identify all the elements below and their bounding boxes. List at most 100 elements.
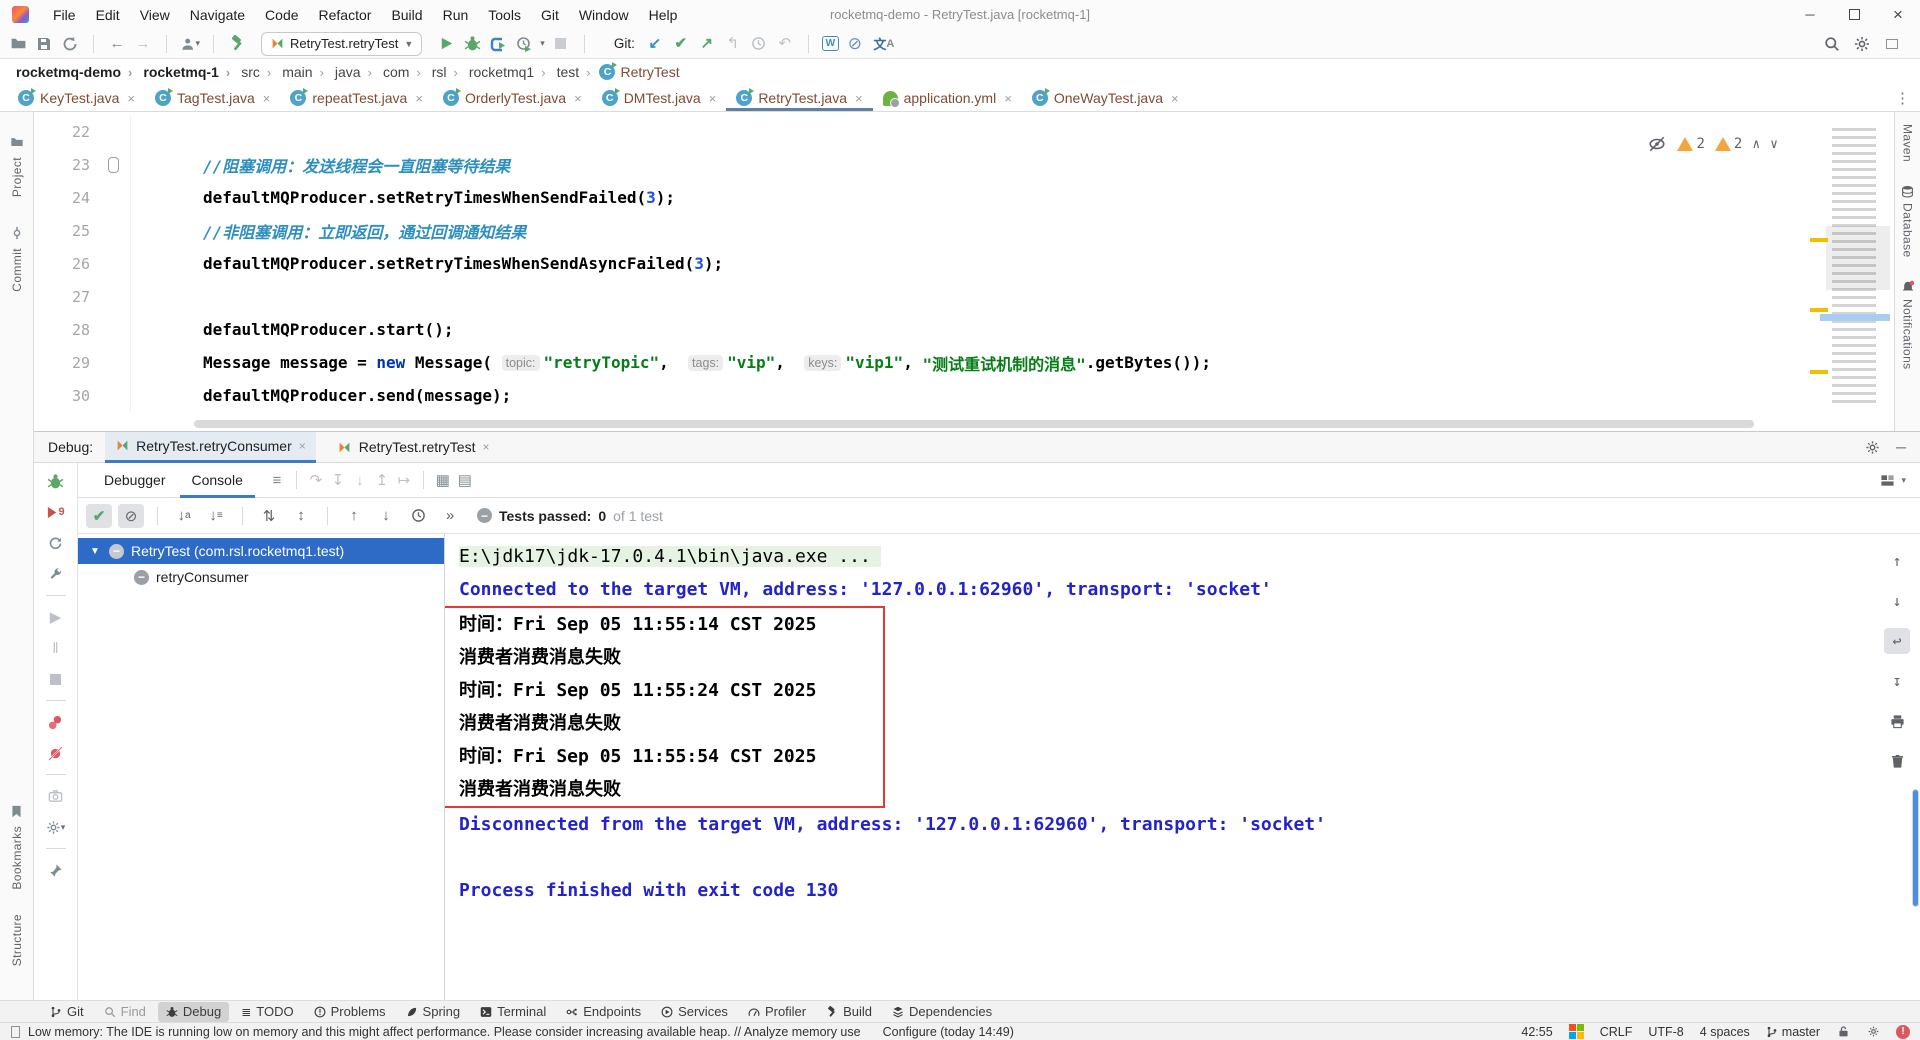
git-commit-icon[interactable]: ✔: [671, 34, 691, 54]
console-scrollbar[interactable]: [1912, 789, 1919, 907]
prev-warning-icon[interactable]: ∧: [1752, 137, 1760, 152]
test-history-icon[interactable]: [405, 504, 431, 528]
breadcrumb-project[interactable]: rocketmq-demo: [14, 64, 141, 80]
breadcrumb-test[interactable]: test: [555, 64, 600, 80]
warnings-badge-2[interactable]: 2: [1715, 136, 1742, 152]
menu-refactor[interactable]: Refactor: [309, 0, 382, 29]
close-session-icon[interactable]: ×: [482, 440, 489, 454]
toolwindow-debug[interactable]: Debug: [158, 1002, 229, 1022]
view-options-icon[interactable]: ▤: [455, 470, 475, 490]
menu-file[interactable]: File: [43, 0, 86, 29]
error-notification-icon[interactable]: !: [1896, 1025, 1910, 1039]
close-tab-icon[interactable]: ×: [415, 91, 423, 106]
line-separator-indicator[interactable]: CRLF: [1600, 1025, 1633, 1039]
toolwindow-build[interactable]: Build: [818, 1002, 880, 1022]
toolwindow-todo[interactable]: ≣TODO: [233, 1002, 301, 1022]
tab-orderlytest[interactable]: COrderlyTest.java×: [433, 85, 592, 111]
close-tab-icon[interactable]: ×: [1004, 91, 1012, 106]
toolwindow-bookmarks[interactable]: Bookmarks: [7, 801, 27, 890]
test-settings-wrench-icon[interactable]: [46, 564, 66, 584]
tab-console[interactable]: Console: [180, 463, 255, 498]
lock-icon[interactable]: [1836, 1025, 1850, 1039]
strip-settings-gear-icon[interactable]: ▾: [46, 817, 66, 837]
chevron-down-icon[interactable]: ▼: [88, 546, 102, 557]
breadcrumb-com[interactable]: com: [381, 64, 430, 80]
toolwindow-dependencies[interactable]: Dependencies: [884, 1002, 1000, 1022]
menu-help[interactable]: Help: [639, 0, 688, 29]
show-passed-toggle[interactable]: ✔: [86, 504, 112, 528]
toolwindow-project[interactable]: Project: [7, 132, 27, 197]
hammer-icon[interactable]: [227, 34, 247, 54]
menu-window[interactable]: Window: [569, 0, 639, 29]
breadcrumb-class[interactable]: C RetryTest: [599, 64, 679, 80]
breadcrumb-src[interactable]: src: [239, 64, 280, 80]
sort-alphabetically-icon[interactable]: ↓a: [171, 504, 197, 528]
clear-console-icon[interactable]: [1884, 748, 1910, 774]
save-icon[interactable]: [34, 34, 54, 54]
gutter-marker-icon[interactable]: [108, 157, 119, 173]
toolwindow-maven[interactable]: Maven: [1901, 124, 1915, 162]
tab-repeattest[interactable]: CrepeatTest.java×: [280, 85, 433, 111]
hide-panel-icon[interactable]: ─: [1896, 439, 1906, 455]
minimap[interactable]: [1832, 128, 1890, 406]
expand-all-icon[interactable]: ⇅: [256, 504, 282, 528]
toolwindow-git[interactable]: Git: [42, 1002, 92, 1022]
close-tab-icon[interactable]: ×: [574, 91, 582, 106]
menu-navigate[interactable]: Navigate: [180, 0, 255, 29]
settings-sync-icon[interactable]: [1866, 1025, 1880, 1039]
toolwindow-spring[interactable]: Spring: [398, 1002, 469, 1022]
tab-application-yml[interactable]: application.yml×: [873, 85, 1022, 111]
menu-code[interactable]: Code: [255, 0, 308, 29]
collapse-all-icon[interactable]: ↕: [288, 504, 314, 528]
menu-edit[interactable]: Edit: [86, 0, 130, 29]
tab-tagtest[interactable]: CTagTest.java×: [145, 85, 280, 111]
git-push-icon[interactable]: ↗: [697, 34, 717, 54]
settings-gear-icon[interactable]: [1852, 34, 1872, 54]
close-button[interactable]: ×: [1876, 0, 1920, 29]
layout-icon[interactable]: [1882, 34, 1902, 54]
run-config-selector[interactable]: RetryTest.retryTest ▼: [261, 32, 422, 56]
menu-view[interactable]: View: [130, 0, 180, 29]
forward-icon[interactable]: →: [133, 34, 153, 54]
test-tree-row-retrytest[interactable]: ▼ − RetryTest (com.rsl.rocketmq1.test): [78, 538, 444, 564]
more-actions-icon[interactable]: »: [437, 504, 463, 528]
maximize-button[interactable]: [1832, 0, 1876, 29]
close-session-icon[interactable]: ×: [299, 439, 306, 453]
debug-settings-gear-icon[interactable]: [1862, 437, 1882, 457]
highlight-level-icon[interactable]: [1647, 134, 1667, 154]
toolwindow-notifications[interactable]: Notifications: [1901, 280, 1915, 370]
sync-icon[interactable]: [60, 34, 80, 54]
toolwindow-profiler[interactable]: Profiler: [740, 1002, 814, 1022]
git-branch-widget[interactable]: master: [1766, 1025, 1820, 1039]
breadcrumb-java[interactable]: java: [333, 64, 381, 80]
menu-git[interactable]: Git: [531, 0, 569, 29]
breadcrumb-rsl[interactable]: rsl: [430, 64, 467, 80]
toolwindow-database[interactable]: Database: [1901, 184, 1915, 258]
tab-onewaytest[interactable]: COneWayTest.java×: [1022, 85, 1189, 111]
menu-run[interactable]: Run: [433, 0, 479, 29]
toolwindow-problems[interactable]: Problems: [306, 1002, 394, 1022]
toolwindow-terminal[interactable]: Terminal: [472, 1002, 554, 1022]
tab-debugger[interactable]: Debugger: [92, 463, 178, 498]
rerun-icon[interactable]: 9: [46, 502, 66, 522]
run-button[interactable]: [436, 34, 456, 54]
horizontal-scrollbar[interactable]: [194, 420, 1754, 428]
next-warning-icon[interactable]: ∨: [1770, 137, 1778, 152]
breadcrumb-rocketmq1[interactable]: rocketmq1: [467, 64, 555, 80]
toolwindow-commit[interactable]: Commit: [7, 223, 27, 292]
coverage-button[interactable]: [488, 34, 508, 54]
toolwindow-structure[interactable]: Structure: [10, 914, 24, 966]
tab-dmtest[interactable]: CDMTest.java×: [592, 85, 727, 111]
close-tab-icon[interactable]: ×: [855, 91, 863, 106]
console-output[interactable]: E:\jdk17\jdk-17.0.4.1\bin\java.exe ... C…: [445, 534, 1920, 1000]
restore-layout-icon[interactable]: [1877, 470, 1897, 490]
minimize-button[interactable]: ─: [1788, 0, 1832, 29]
scroll-to-end-icon[interactable]: ↧: [1884, 668, 1910, 694]
code-editor[interactable]: 22 23//阻塞调用：发送线程会一直阻塞等待结果 24defaultMQPro…: [34, 112, 1894, 431]
translate-icon[interactable]: 文A: [871, 34, 897, 54]
tab-list-icon[interactable]: ⋮: [1895, 89, 1910, 107]
low-memory-message[interactable]: Low memory: The IDE is running low on me…: [28, 1025, 861, 1039]
profiler-button[interactable]: [514, 34, 534, 54]
close-tab-icon[interactable]: ×: [263, 91, 271, 106]
search-everywhere-icon[interactable]: [1822, 34, 1842, 54]
